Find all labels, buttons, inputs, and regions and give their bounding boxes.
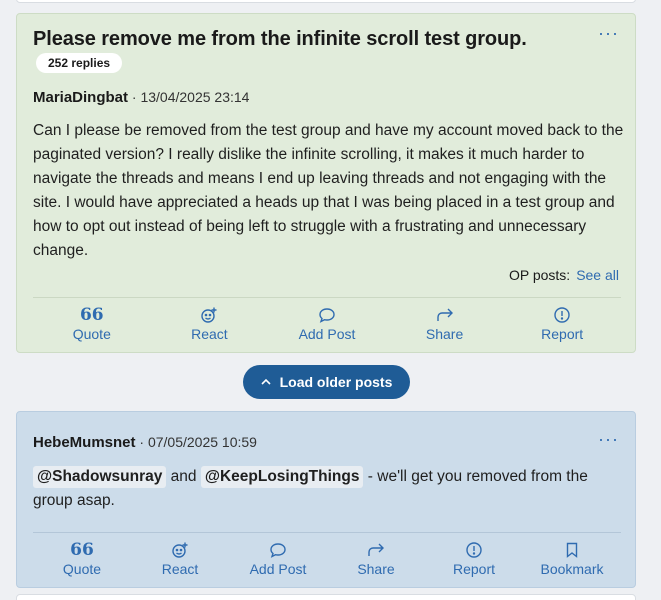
- author-name[interactable]: MariaDingbat: [33, 89, 128, 106]
- replies-badge: 252 replies: [36, 53, 123, 73]
- op-posts-label: OP posts:: [508, 267, 571, 283]
- chevron-up-icon: [261, 378, 271, 385]
- quote-button[interactable]: 66 Quote: [33, 306, 151, 342]
- bookmark-button[interactable]: Bookmark: [523, 541, 621, 577]
- share-button[interactable]: Share: [386, 306, 504, 342]
- report-button[interactable]: Report: [425, 541, 523, 577]
- thread-title: Please remove me from the infinite scrol…: [33, 28, 527, 50]
- post-date: · 13/04/2025 23:14: [128, 89, 250, 105]
- react-label: React: [191, 326, 228, 342]
- react-button[interactable]: React: [131, 541, 229, 577]
- bookmark-label: Bookmark: [540, 561, 604, 577]
- post-body: @Shadowsunray and @KeepLosingThings - we…: [33, 465, 625, 513]
- react-button[interactable]: React: [151, 306, 269, 342]
- action-divider: [33, 532, 621, 533]
- exclamation-circle-icon: [466, 542, 482, 558]
- add-post-button[interactable]: Add Post: [229, 541, 327, 577]
- quote-icon: 66: [70, 540, 94, 560]
- react-label: React: [161, 561, 199, 577]
- speech-bubble-icon: [319, 308, 335, 323]
- exclamation-circle-icon: [554, 307, 570, 323]
- share-label: Share: [425, 326, 464, 342]
- post-date: · 07/05/2025 10:59: [135, 434, 257, 450]
- quote-icon: 66: [79, 305, 104, 325]
- mention-shadowsunray[interactable]: @Shadowsunray: [33, 466, 167, 488]
- author-line: MariaDingbat · 13/04/2025 23:14: [33, 89, 249, 106]
- ellipsis-icon[interactable]: ···: [598, 24, 619, 42]
- see-all-link[interactable]: See all: [576, 267, 619, 283]
- smiley-plus-icon: [201, 307, 217, 323]
- post-action-bar: 66 Quote React Add Post Share: [33, 306, 621, 342]
- author-line: HebeMumsnet · 07/05/2025 10:59: [33, 434, 257, 451]
- quote-label: Quote: [72, 326, 111, 342]
- post-body: Can I please be removed from the test gr…: [33, 122, 624, 259]
- share-button[interactable]: Share: [327, 541, 425, 577]
- speech-bubble-icon: [270, 543, 286, 558]
- report-label: Report: [452, 561, 496, 577]
- reply-post-card: HebeMumsnet · 07/05/2025 10:59 ··· @Shad…: [16, 411, 636, 588]
- mention-keeplosingthings[interactable]: @KeepLosingThings: [200, 466, 364, 488]
- add-post-label: Add Post: [298, 326, 356, 342]
- previous-card-edge: [16, 0, 636, 3]
- add-post-label: Add Post: [249, 561, 307, 577]
- op-posts-line: OP posts: See all: [509, 267, 619, 283]
- mention-connector: and: [166, 468, 201, 485]
- bookmark-icon: [566, 542, 578, 558]
- post-action-bar: 66 Quote React Add Post Share: [33, 541, 621, 577]
- report-button[interactable]: Report: [503, 306, 621, 342]
- share-arrow-icon: [368, 543, 384, 556]
- load-older-posts-button[interactable]: Load older posts: [243, 365, 410, 399]
- report-label: Report: [541, 326, 584, 342]
- op-post-card: Please remove me from the infinite scrol…: [16, 13, 636, 353]
- quote-button[interactable]: 66 Quote: [33, 541, 131, 577]
- smiley-plus-icon: [172, 542, 188, 558]
- add-post-button[interactable]: Add Post: [268, 306, 386, 342]
- next-card-edge: [16, 594, 636, 600]
- load-older-label: Load older posts: [279, 374, 393, 390]
- share-label: Share: [357, 561, 395, 577]
- quote-label: Quote: [62, 561, 102, 577]
- action-divider: [33, 297, 621, 298]
- share-arrow-icon: [436, 308, 453, 321]
- ellipsis-icon[interactable]: ···: [598, 430, 619, 448]
- author-name[interactable]: HebeMumsnet: [33, 434, 136, 451]
